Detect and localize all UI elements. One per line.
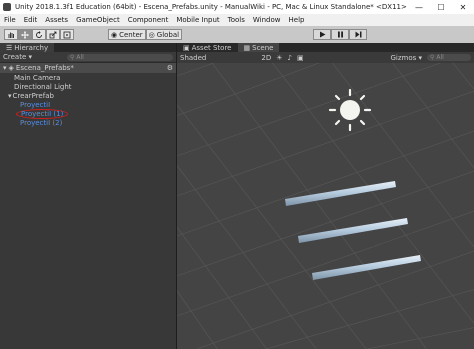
hierarchy-item-main-camera[interactable]: Main Camera bbox=[0, 73, 176, 82]
create-button[interactable]: Create ▾ bbox=[3, 53, 32, 61]
shading-label: Shaded bbox=[180, 53, 207, 62]
minimize-icon[interactable]: — bbox=[408, 0, 430, 14]
hierarchy-header: Create ▾ ⚲ All bbox=[0, 52, 176, 63]
maximize-icon[interactable]: ☐ bbox=[430, 0, 452, 14]
menu-help[interactable]: Help bbox=[285, 16, 309, 24]
space-toggle[interactable]: ◎ Global bbox=[145, 29, 183, 40]
hierarchy-item-proyectil[interactable]: ProyectiI bbox=[0, 100, 176, 109]
scene-name: Escena_Prefabs* bbox=[15, 64, 74, 72]
tab-scene[interactable]: ▦ Scene bbox=[237, 43, 280, 52]
shading-dropdown[interactable]: Shaded bbox=[180, 54, 206, 62]
menu-gameobject[interactable]: GameObject bbox=[72, 16, 124, 24]
asset-store-icon: ▣ bbox=[183, 43, 190, 52]
space-label: Global bbox=[156, 30, 180, 39]
menu-edit[interactable]: Edit bbox=[20, 16, 42, 24]
pivot-label: Center bbox=[119, 30, 143, 39]
search-icon: ⚲ bbox=[430, 54, 435, 61]
scene-view: ▣ Asset Store ▦ Scene Shaded 2D ☀ ♪ ▣ Gi… bbox=[177, 43, 474, 349]
hierarchy-item-directional-light[interactable]: Directional Light bbox=[0, 82, 176, 91]
move-icon[interactable] bbox=[18, 29, 32, 40]
hierarchy-tab-label: Hierarchy bbox=[14, 43, 49, 52]
hierarchy-item-proyectil-2[interactable]: ProyectiI (2) bbox=[0, 118, 176, 127]
unity-logo-icon bbox=[3, 3, 11, 11]
hierarchy-item-label: Directional Light bbox=[14, 82, 72, 91]
unity-scene-icon: ◈ bbox=[8, 64, 14, 72]
menu-assets[interactable]: Assets bbox=[41, 16, 72, 24]
menu-tools[interactable]: Tools bbox=[224, 16, 249, 24]
scene-search-input[interactable]: ⚲ All bbox=[427, 54, 471, 61]
play-icon[interactable] bbox=[313, 29, 331, 40]
hierarchy-tab-strip: ☰ Hierarchy bbox=[0, 43, 176, 52]
scene-icon: ▦ bbox=[243, 43, 251, 52]
hand-icon[interactable] bbox=[4, 29, 18, 40]
hierarchy-search-input[interactable]: ⚲ All bbox=[67, 53, 173, 61]
tab-label: Scene bbox=[252, 43, 274, 52]
pivot-icon: ◉ bbox=[111, 30, 118, 39]
transform-tools bbox=[4, 29, 74, 40]
hierarchy-item-proyectil-1[interactable]: ProyectiI (1) bbox=[0, 108, 176, 119]
gear-icon[interactable]: ⚙ bbox=[167, 64, 173, 72]
scene-tab-strip: ▣ Asset Store ▦ Scene bbox=[177, 43, 474, 52]
create-label: Create bbox=[3, 53, 27, 61]
projectile-object[interactable] bbox=[312, 255, 421, 280]
tab-label: Asset Store bbox=[191, 43, 232, 52]
hierarchy-item-crear-prefab[interactable]: ▾ CrearPrefab bbox=[0, 91, 176, 100]
effects-icon[interactable]: ▣ bbox=[297, 54, 304, 62]
projectile-object[interactable] bbox=[285, 181, 396, 206]
scene-root-row[interactable]: ▾ ◈ Escena_Prefabs* ⚙ bbox=[0, 63, 176, 73]
pivot-toggle[interactable]: ◉ Center bbox=[108, 29, 146, 40]
hierarchy-panel: ☰ Hierarchy Create ▾ ⚲ All ▾ ◈ Escena_Pr… bbox=[0, 43, 177, 349]
scene-toolbar: Shaded 2D ☀ ♪ ▣ Gizmos ▾ ⚲ All bbox=[177, 52, 474, 63]
menu-component[interactable]: Component bbox=[124, 16, 173, 24]
search-icon: ⚲ bbox=[70, 53, 75, 61]
menu-file[interactable]: File bbox=[0, 16, 20, 24]
hierarchy-item-label: ProyectiI (2) bbox=[20, 118, 63, 127]
hierarchy-item-label: ProyectiI bbox=[20, 100, 51, 109]
step-icon[interactable] bbox=[349, 29, 367, 40]
pause-icon[interactable] bbox=[331, 29, 349, 40]
menu-mobile-input[interactable]: Mobile Input bbox=[172, 16, 223, 24]
red-circle-highlight: ProyectiI (1) bbox=[16, 108, 69, 119]
gizmos-label: Gizmos bbox=[390, 53, 417, 62]
search-placeholder: All bbox=[436, 54, 444, 61]
close-icon[interactable]: ✕ bbox=[452, 0, 474, 14]
sun-light-icon[interactable] bbox=[328, 88, 372, 132]
audio-icon[interactable]: ♪ bbox=[288, 54, 292, 62]
scene-viewport[interactable] bbox=[177, 63, 474, 349]
play-controls bbox=[313, 29, 367, 40]
pivot-space-group: ◉ Center ◎ Global bbox=[108, 29, 183, 40]
rotate-icon[interactable] bbox=[32, 29, 46, 40]
window-title: Unity 2018.1.3f1 Education (64bit) - Esc… bbox=[15, 3, 407, 11]
window-controls: — ☐ ✕ bbox=[408, 0, 474, 14]
mode-2d-label: 2D bbox=[261, 53, 272, 62]
search-placeholder: All bbox=[76, 53, 84, 61]
hierarchy-item-label: ProyectiI (1) bbox=[21, 109, 64, 118]
scene-grid bbox=[177, 63, 474, 349]
list-icon: ☰ bbox=[6, 43, 13, 52]
gizmos-dropdown[interactable]: Gizmos ▾ bbox=[390, 54, 422, 62]
tab-hierarchy[interactable]: ☰ Hierarchy bbox=[0, 43, 55, 52]
globe-icon: ◎ bbox=[148, 30, 155, 39]
mode-2d-toggle[interactable]: 2D bbox=[261, 54, 271, 62]
menu-bar: File Edit Assets GameObject Component Mo… bbox=[0, 14, 474, 26]
expand-arrow-icon[interactable]: ▾ bbox=[3, 64, 7, 72]
tab-asset-store[interactable]: ▣ Asset Store bbox=[177, 43, 238, 52]
lighting-icon[interactable]: ☀ bbox=[276, 54, 282, 62]
hierarchy-item-label: Main Camera bbox=[14, 73, 61, 82]
main-toolbar: ◉ Center ◎ Global bbox=[0, 26, 474, 44]
expand-arrow-icon[interactable]: ▾ bbox=[8, 92, 12, 100]
projectile-object[interactable] bbox=[298, 218, 408, 243]
rect-tool-icon[interactable] bbox=[60, 29, 74, 40]
scale-icon[interactable] bbox=[46, 29, 60, 40]
menu-window[interactable]: Window bbox=[249, 16, 285, 24]
hierarchy-item-label: CrearPrefab bbox=[12, 91, 54, 100]
window-titlebar: Unity 2018.1.3f1 Education (64bit) - Esc… bbox=[0, 0, 474, 14]
